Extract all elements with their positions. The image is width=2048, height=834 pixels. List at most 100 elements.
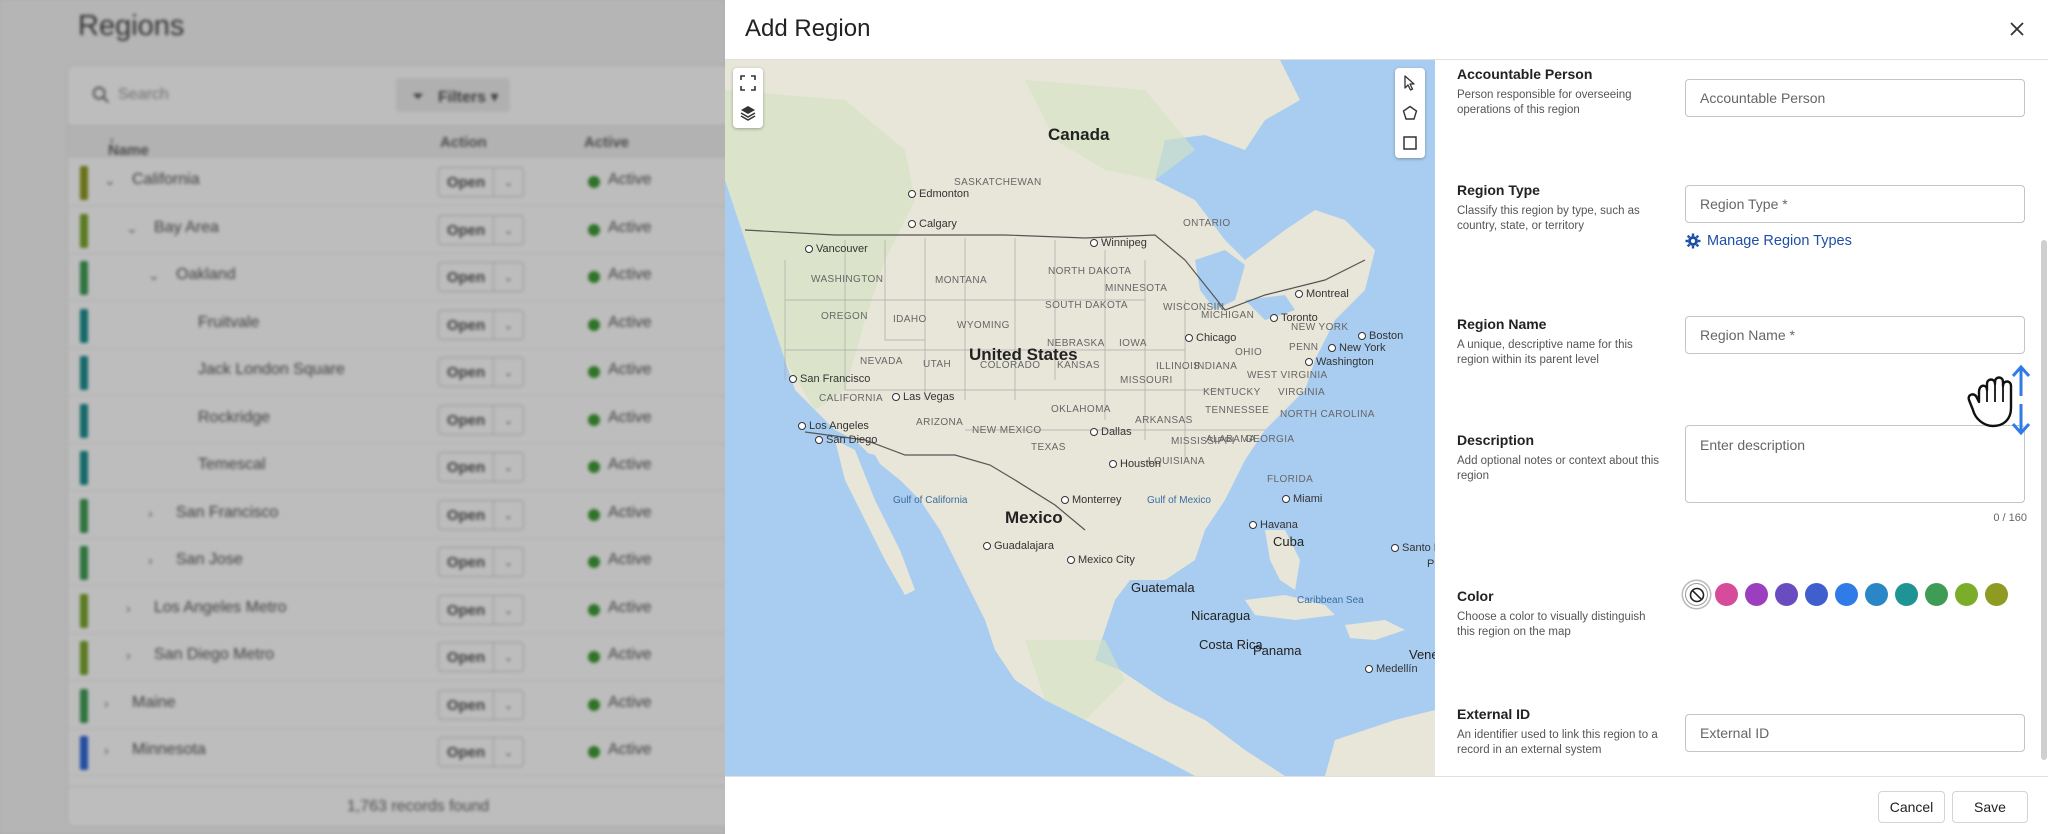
external-id-description: An identifier used to link this region t… xyxy=(1457,729,1658,756)
color-swatch[interactable] xyxy=(1955,583,1978,606)
map-label-ontario: ONTARIO xyxy=(1183,218,1231,229)
accountable-person-description: Person responsible for overseeing operat… xyxy=(1457,89,1632,116)
map-label-washington-state: WASHINGTON xyxy=(811,274,884,285)
color-swatch[interactable] xyxy=(1715,583,1738,606)
region-name-label: Region Name xyxy=(1457,316,1547,332)
color-swatch[interactable] xyxy=(1775,583,1798,606)
fullscreen-icon xyxy=(740,75,756,91)
color-swatch[interactable] xyxy=(1895,583,1918,606)
map-label-puerto: Pue xyxy=(1427,558,1435,570)
map-label-calgary: Calgary xyxy=(908,218,957,230)
manage-region-types-link[interactable]: Manage Region Types xyxy=(1685,233,1852,249)
map-label-san-francisco: San Francisco xyxy=(789,373,870,385)
map-label-new-mexico: NEW MEXICO xyxy=(972,425,1042,436)
map-label-florida: FLORIDA xyxy=(1267,474,1314,485)
map-label-virginia: VIRGINIA xyxy=(1278,387,1326,398)
modal-backdrop[interactable] xyxy=(0,0,725,834)
map-draw-tools xyxy=(1395,68,1425,158)
map-view-controls xyxy=(733,68,763,128)
map-label-santo-domingo: Santo Domingo xyxy=(1391,542,1435,554)
map-label-las-vegas: Las Vegas xyxy=(892,391,954,403)
description-field: Description Add optional notes or contex… xyxy=(1457,425,2027,532)
map-label-caribbean-sea: Caribbean Sea xyxy=(1297,595,1364,606)
map-label-california-state: CALIFORNIA xyxy=(819,393,884,404)
map-label-montreal: Montreal xyxy=(1295,288,1349,300)
polygon-tool-button[interactable] xyxy=(1395,98,1425,128)
close-icon xyxy=(2010,22,2024,36)
pointer-tool-icon xyxy=(1404,75,1415,91)
close-button[interactable] xyxy=(2004,16,2030,42)
region-map[interactable]: Canada Edmonton SASKATCHEWAN Calgary Vancouv… xyxy=(725,60,1435,776)
map-label-monterrey: Monterrey xyxy=(1061,494,1122,506)
map-label-north-dakota: NORTH DAKOTA xyxy=(1048,266,1132,277)
map-label-dallas: Dallas xyxy=(1090,426,1132,438)
layers-button[interactable] xyxy=(733,98,763,128)
map-label-west-virginia: WEST VIRGINIA xyxy=(1247,370,1328,381)
map-label-ohio: OHIO xyxy=(1235,347,1263,358)
map-label-oregon: OREGON xyxy=(821,311,868,322)
map-label-united-states: United States xyxy=(969,345,1078,364)
resize-hand-cursor-icon xyxy=(1967,364,2031,436)
map-label-medellin: Medellín xyxy=(1365,663,1418,675)
fullscreen-button[interactable] xyxy=(733,68,763,98)
map-label-arizona: ARIZONA xyxy=(916,417,964,428)
map-label-indiana: INDIANA xyxy=(1194,361,1238,372)
save-button[interactable]: Save xyxy=(1952,791,2028,823)
map-label-mexico-city: Mexico City xyxy=(1067,554,1135,566)
region-name-description: A unique, descriptive name for this regi… xyxy=(1457,339,1633,366)
color-swatch[interactable] xyxy=(1835,583,1858,606)
map-label-san-diego: San Diego xyxy=(815,434,877,446)
accountable-person-input[interactable] xyxy=(1685,79,2025,117)
layers-icon xyxy=(740,106,756,121)
cancel-button[interactable]: Cancel xyxy=(1878,791,1945,823)
color-swatch[interactable] xyxy=(1925,583,1948,606)
rectangle-tool-button[interactable] xyxy=(1395,128,1425,158)
map-label-nicaragua: Nicaragua xyxy=(1191,608,1251,623)
map-label-canada: Canada xyxy=(1048,125,1110,144)
pointer-tool-button[interactable] xyxy=(1395,68,1425,98)
color-swatch[interactable] xyxy=(1745,583,1768,606)
color-swatch[interactable] xyxy=(1865,583,1888,606)
rectangle-tool-icon xyxy=(1403,136,1417,150)
map-label-gulf-of-mexico: Gulf of Mexico xyxy=(1147,495,1211,506)
modal-footer: Cancel Save xyxy=(725,776,2048,834)
map-label-boston: Boston xyxy=(1358,330,1403,342)
region-type-input[interactable] xyxy=(1685,185,2025,223)
map-label-idaho: IDAHO xyxy=(893,314,927,325)
map-label-north-carolina: NORTH CAROLINA xyxy=(1280,409,1375,420)
map-label-los-angeles: Los Angeles xyxy=(798,420,869,432)
map-label-new-york-city: New York xyxy=(1328,342,1385,354)
polygon-tool-icon xyxy=(1402,105,1418,120)
map-label-penn: PENN xyxy=(1289,342,1319,353)
map-label-arkansas: ARKANSAS xyxy=(1135,415,1193,426)
map-label-washington-dc: Washington xyxy=(1305,356,1374,368)
region-name-input[interactable] xyxy=(1685,316,2025,354)
map-label-kentucky: KENTUCKY xyxy=(1203,387,1261,398)
map-label-missouri: MISSOURI xyxy=(1120,375,1173,386)
map-label-houston: Houston xyxy=(1109,458,1161,470)
external-id-input[interactable] xyxy=(1685,714,2025,752)
color-swatch[interactable] xyxy=(1805,583,1828,606)
external-id-field: External ID An identifier used to link t… xyxy=(1457,706,2027,766)
map-label-guatemala: Guatemala xyxy=(1131,580,1195,595)
color-swatches xyxy=(1685,583,2008,606)
map-label-saskatchewan: SASKATCHEWAN xyxy=(954,177,1042,188)
map-label-iowa: IOWA xyxy=(1119,338,1147,349)
map-label-oklahoma: OKLAHOMA xyxy=(1051,404,1111,415)
form-scrollbar[interactable] xyxy=(2039,60,2047,776)
region-type-field: Region Type Classify this region by type… xyxy=(1457,182,2027,262)
map-label-montana: MONTANA xyxy=(935,275,988,286)
color-swatch-none[interactable] xyxy=(1685,583,1708,606)
map-label-texas: TEXAS xyxy=(1031,442,1066,453)
map-label-winnipeg: Winnipeg xyxy=(1090,237,1147,249)
map-label-mexico: Mexico xyxy=(1005,508,1063,527)
add-region-modal: Add Region Canada Edmonton SASKATCHEWAN … xyxy=(725,0,2048,834)
description-label: Description xyxy=(1457,432,1535,448)
map-label-guadalajara: Guadalajara xyxy=(983,540,1054,552)
color-description: Choose a color to visually distinguish t… xyxy=(1457,611,1646,638)
color-swatch[interactable] xyxy=(1985,583,2008,606)
description-description: Add optional notes or context about this… xyxy=(1457,455,1660,482)
modal-title: Add Region xyxy=(745,15,871,42)
map-label-wyoming: WYOMING xyxy=(957,320,1010,331)
form-scrollbar-thumb[interactable] xyxy=(2041,240,2047,760)
